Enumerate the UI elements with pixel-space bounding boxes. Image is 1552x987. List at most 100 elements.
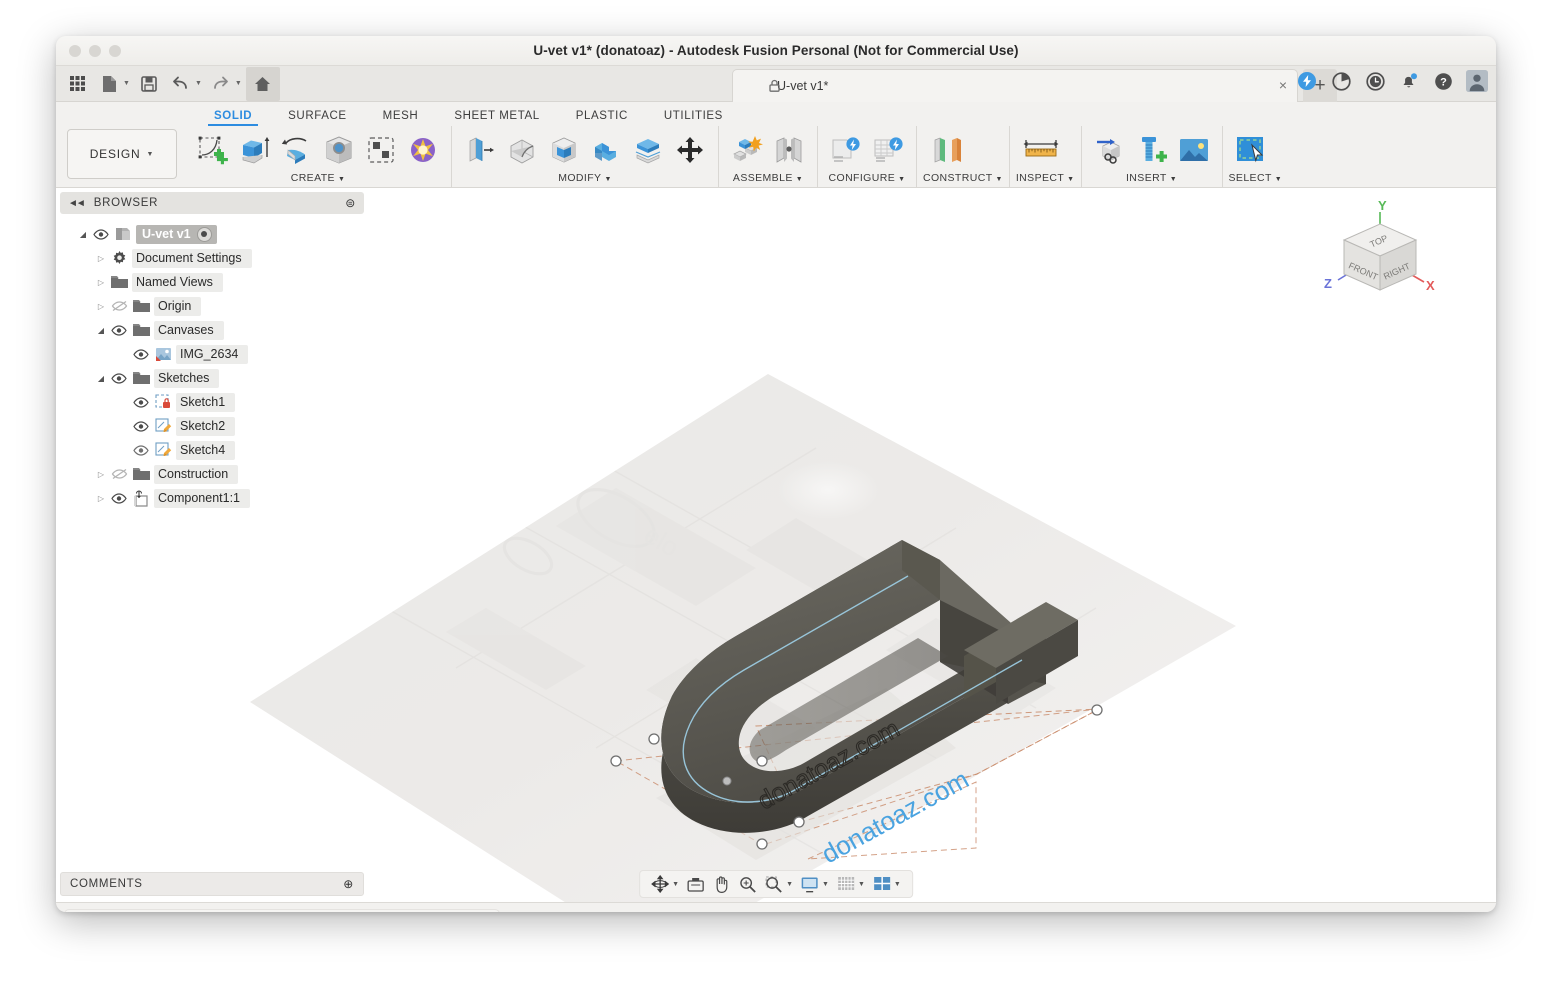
tree-item-canvases[interactable]: ◢ Canvases	[60, 318, 364, 342]
look-at-icon[interactable]	[684, 873, 708, 895]
create-sketch-icon[interactable]	[195, 132, 231, 168]
panel-menu-icon[interactable]: ⊜	[345, 196, 356, 210]
pan-icon[interactable]	[710, 873, 734, 895]
extensions-icon[interactable]	[1296, 70, 1318, 92]
revolve-icon[interactable]	[279, 132, 315, 168]
orbit-icon[interactable]	[648, 873, 672, 895]
fit-dropdown-caret[interactable]: ▼	[786, 881, 793, 888]
extrude-icon[interactable]	[237, 132, 273, 168]
close-document-tab-button[interactable]: ×	[1279, 78, 1287, 92]
visibility-eye-hidden-icon[interactable]	[108, 300, 130, 312]
undo-dropdown-caret[interactable]: ▼	[195, 80, 202, 87]
ribbon-panel-construct-label[interactable]: CONSTRUCT ▼	[923, 172, 1003, 187]
close-window-button[interactable]	[69, 44, 81, 57]
ribbon-tab-sheet-metal[interactable]: SHEET METAL	[436, 110, 557, 126]
ribbon-panel-select-label[interactable]: SELECT ▼	[1229, 172, 1283, 187]
file-dropdown-caret[interactable]: ▼	[123, 80, 130, 87]
split-face-icon[interactable]	[630, 132, 666, 168]
fit-icon[interactable]	[762, 873, 786, 895]
tree-item-img-2634[interactable]: IMG_2634	[60, 342, 364, 366]
move-copy-icon[interactable]	[672, 132, 708, 168]
insert-mcmaster-icon[interactable]	[1134, 132, 1170, 168]
derive-icon[interactable]	[1092, 132, 1128, 168]
tree-item-document-settings[interactable]: ▷ Document Settings	[60, 246, 364, 270]
expand-arrow-icon[interactable]: ▷	[94, 278, 108, 287]
tree-item-sketch1[interactable]: Sketch1	[60, 390, 364, 414]
tree-item-construction[interactable]: ▷ Construction	[60, 462, 364, 486]
offset-plane-icon[interactable]	[927, 132, 969, 168]
maximize-window-button[interactable]	[109, 44, 121, 57]
file-icon[interactable]	[94, 69, 124, 99]
data-panel-icon[interactable]	[1330, 70, 1352, 92]
ribbon-tab-utilities[interactable]: UTILITIES	[646, 110, 741, 126]
ribbon-panel-modify-label[interactable]: MODIFY ▼	[458, 172, 712, 187]
ribbon-tab-mesh[interactable]: MESH	[365, 110, 437, 126]
display-dropdown-caret[interactable]: ▼	[822, 881, 829, 888]
ribbon-tab-plastic[interactable]: PLASTIC	[558, 110, 646, 126]
home-icon[interactable]	[245, 67, 280, 101]
ribbon-panel-inspect-label[interactable]: INSPECT ▼	[1016, 172, 1075, 187]
tree-item-named-views[interactable]: ▷ Named Views	[60, 270, 364, 294]
ribbon-panel-insert-label[interactable]: INSERT ▼	[1088, 172, 1216, 187]
view-cube[interactable]: Y Z X TOP FRONT RIGHT	[1320, 198, 1440, 308]
job-status-icon[interactable]	[1364, 70, 1386, 92]
select-icon[interactable]	[1233, 132, 1269, 168]
ribbon-panel-create-label[interactable]: CREATE ▼	[191, 172, 445, 187]
configure-design-icon[interactable]	[828, 132, 864, 168]
new-component-icon[interactable]	[729, 132, 765, 168]
rib-icon[interactable]	[363, 132, 399, 168]
tree-item-sketches[interactable]: ◢ Sketches	[60, 366, 364, 390]
tree-item-sketch2[interactable]: Sketch2	[60, 414, 364, 438]
orbit-dropdown-caret[interactable]: ▼	[672, 881, 679, 888]
save-icon[interactable]	[134, 69, 164, 99]
redo-icon[interactable]	[206, 69, 236, 99]
combine-icon[interactable]	[588, 132, 624, 168]
add-comment-icon[interactable]: ⊕	[343, 877, 354, 891]
visibility-eye-icon[interactable]	[108, 372, 130, 384]
tree-item-origin[interactable]: ▷ Origin	[60, 294, 364, 318]
expand-arrow-icon[interactable]: ◢	[76, 230, 90, 239]
visibility-eye-icon[interactable]	[130, 444, 152, 456]
expand-arrow-icon[interactable]: ▷	[94, 470, 108, 479]
undo-icon[interactable]	[166, 69, 196, 99]
window-controls[interactable]	[69, 44, 121, 57]
visibility-eye-icon[interactable]	[90, 228, 112, 240]
hole-icon[interactable]	[321, 132, 357, 168]
workspace-selector[interactable]: DESIGN ▼	[67, 129, 177, 179]
notifications-icon[interactable]	[1398, 70, 1420, 92]
help-icon[interactable]: ?	[1432, 70, 1454, 92]
configure-table-icon[interactable]	[870, 132, 906, 168]
visibility-eye-icon[interactable]	[108, 324, 130, 336]
grid-dropdown-caret[interactable]: ▼	[858, 881, 865, 888]
display-settings-icon[interactable]	[798, 873, 822, 895]
visibility-eye-icon[interactable]	[130, 348, 152, 360]
viewports-icon[interactable]	[870, 873, 894, 895]
measure-icon[interactable]	[1020, 132, 1062, 168]
expand-arrow-icon[interactable]: ◢	[94, 326, 108, 335]
timeline-end-marker[interactable]	[475, 912, 489, 913]
expand-arrow-icon[interactable]: ▷	[94, 494, 108, 503]
ribbon-tab-surface[interactable]: SURFACE	[270, 110, 365, 126]
press-pull-icon[interactable]	[462, 132, 498, 168]
collapse-left-icon[interactable]: ◄◄	[68, 198, 86, 209]
visibility-eye-icon[interactable]	[130, 396, 152, 408]
zoom-icon[interactable]	[736, 873, 760, 895]
tree-item-u-vet-v1[interactable]: ◢ U-vet v1	[60, 222, 364, 246]
visibility-eye-icon[interactable]	[130, 420, 152, 432]
redo-dropdown-caret[interactable]: ▼	[235, 80, 242, 87]
tree-item-sketch4[interactable]: Sketch4	[60, 438, 364, 462]
minimize-window-button[interactable]	[89, 44, 101, 57]
expand-arrow-icon[interactable]: ▷	[94, 254, 108, 263]
insert-canvas-icon[interactable]	[1176, 132, 1212, 168]
ribbon-panel-assemble-label[interactable]: ASSEMBLE ▼	[725, 172, 811, 187]
visibility-eye-hidden-icon[interactable]	[108, 468, 130, 480]
viewports-dropdown-caret[interactable]: ▼	[894, 881, 901, 888]
visibility-eye-icon[interactable]	[108, 492, 130, 504]
create-more-icon[interactable]	[405, 132, 441, 168]
expand-arrow-icon[interactable]: ◢	[94, 374, 108, 383]
comments-panel[interactable]: COMMENTS ⊕	[60, 872, 364, 896]
activate-component-radio[interactable]	[196, 226, 212, 242]
ribbon-panel-configure-label[interactable]: CONFIGURE ▼	[824, 172, 910, 187]
ribbon-tab-solid[interactable]: SOLID	[196, 110, 270, 126]
shell-icon[interactable]	[546, 132, 582, 168]
